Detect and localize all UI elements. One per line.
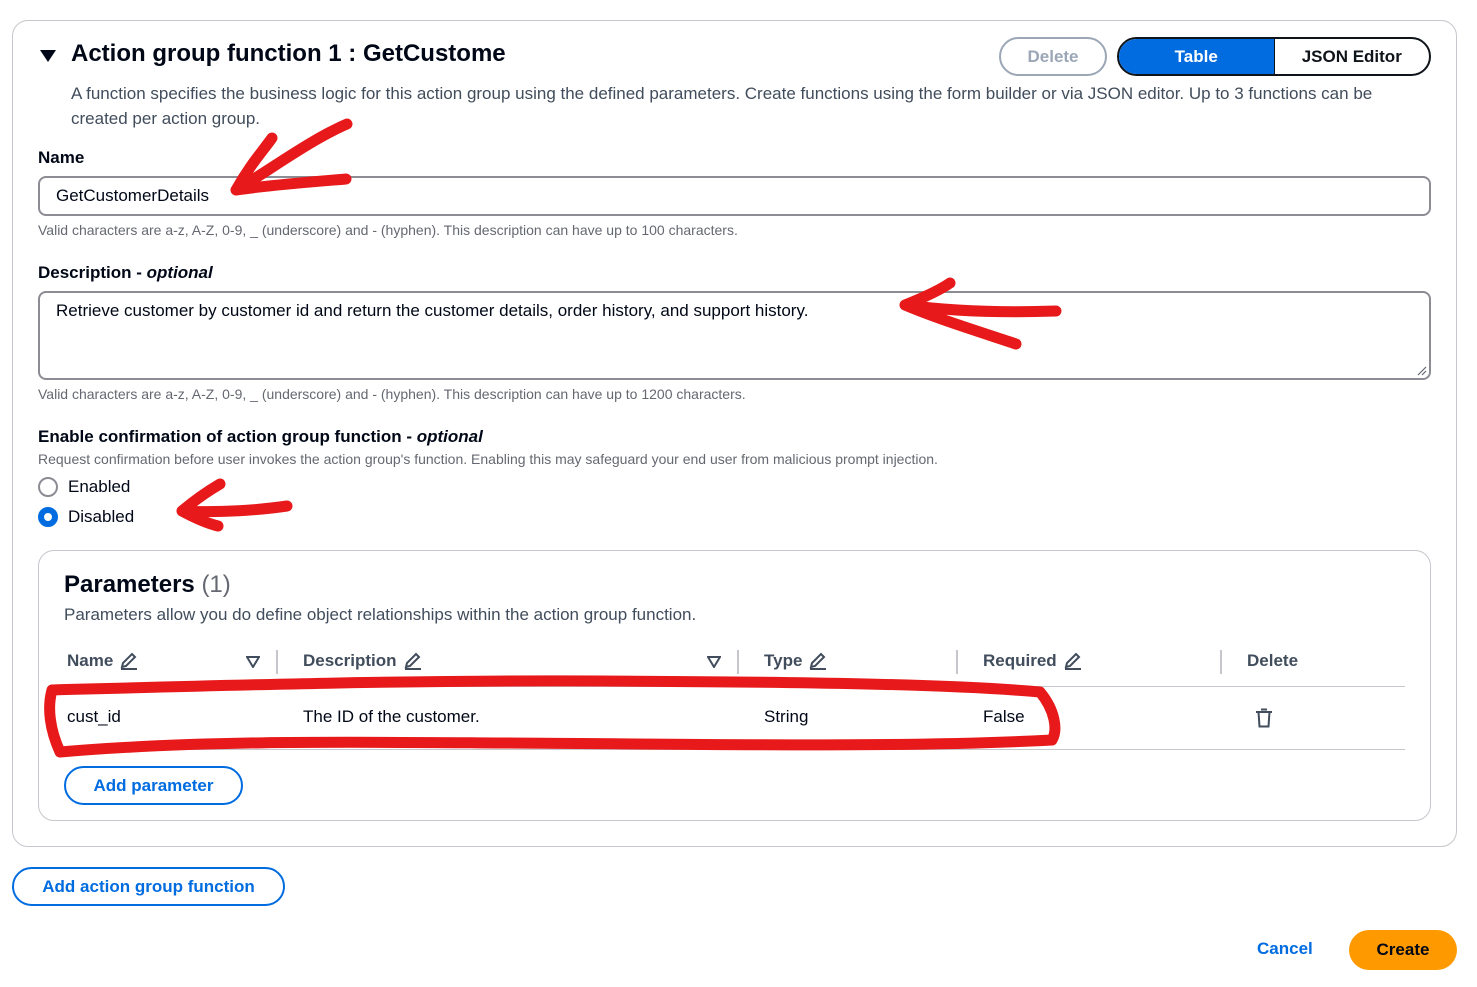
- add-action-group-function-button[interactable]: Add action group function: [12, 867, 285, 906]
- column-divider[interactable]: [276, 650, 278, 674]
- radio-disabled-circle[interactable]: [38, 507, 58, 527]
- column-header-name-label: Name: [67, 651, 114, 670]
- parameters-count: (1): [201, 571, 231, 598]
- radio-disabled[interactable]: Disabled: [38, 507, 134, 527]
- radio-enabled[interactable]: Enabled: [38, 477, 130, 497]
- confirmation-hint: Request confirmation before user invokes…: [38, 451, 938, 467]
- param-name-cell[interactable]: cust_id: [67, 707, 121, 727]
- edit-pencil-icon: [404, 652, 421, 670]
- column-header-delete: Delete: [1247, 651, 1298, 671]
- confirmation-label-text: Enable confirmation of action group func…: [38, 427, 402, 446]
- column-header-delete-label: Delete: [1247, 651, 1299, 670]
- table-row-divider: [64, 749, 1405, 750]
- create-button[interactable]: Create: [1349, 930, 1457, 970]
- parameters-title: Parameters (1): [64, 571, 231, 599]
- cancel-button[interactable]: Cancel: [1257, 939, 1313, 959]
- description-value: Retrieve customer by customer id and ret…: [56, 301, 809, 320]
- description-label-text: Description: [38, 263, 132, 282]
- column-header-required: Required: [983, 651, 1083, 671]
- edit-pencil-icon: [120, 652, 138, 670]
- column-divider[interactable]: [1220, 650, 1222, 674]
- param-type-cell[interactable]: String: [764, 707, 808, 727]
- description-hint: Valid characters are a-z, A-Z, 0-9, _ (u…: [38, 386, 746, 402]
- description-textarea[interactable]: Retrieve customer by customer id and ret…: [38, 291, 1431, 380]
- delete-function-button[interactable]: Delete: [999, 37, 1107, 76]
- view-toggle: Table JSON Editor: [1117, 37, 1431, 76]
- radio-disabled-label: Disabled: [68, 507, 135, 526]
- trash-icon[interactable]: [1255, 708, 1273, 728]
- description-label: Description - optional: [38, 263, 213, 282]
- param-description-cell[interactable]: The ID of the customer.: [303, 707, 480, 727]
- edit-pencil-icon: [1064, 652, 1081, 670]
- sort-name-icon[interactable]: [246, 656, 260, 668]
- radio-enabled-label: Enabled: [68, 477, 131, 496]
- param-required-cell[interactable]: False: [983, 707, 1025, 727]
- column-header-required-label: Required: [983, 651, 1057, 670]
- collapse-caret-icon[interactable]: [38, 48, 58, 64]
- function-subtitle: A function specifies the business logic …: [71, 84, 1373, 128]
- add-parameter-button[interactable]: Add parameter: [64, 766, 243, 805]
- column-header-type-label: Type: [764, 651, 803, 670]
- json-editor-button[interactable]: JSON Editor: [1275, 39, 1430, 74]
- edit-pencil-icon: [810, 652, 827, 670]
- column-header-description: Description: [303, 651, 423, 671]
- description-optional: optional: [146, 263, 213, 282]
- parameters-description: Parameters allow you do define object re…: [64, 605, 697, 624]
- column-header-name: Name: [67, 651, 139, 671]
- radio-enabled-circle[interactable]: [38, 477, 58, 497]
- column-divider[interactable]: [956, 650, 958, 674]
- name-input[interactable]: GetCustomerDetails: [38, 176, 1431, 216]
- table-header-divider: [64, 686, 1405, 687]
- function-title: Action group function 1 : GetCustome: [71, 40, 506, 67]
- column-header-type: Type: [764, 651, 828, 671]
- column-header-description-label: Description: [303, 651, 397, 670]
- name-label: Name: [38, 148, 85, 167]
- name-hint: Valid characters are a-z, A-Z, 0-9, _ (u…: [38, 222, 738, 238]
- confirmation-optional: optional: [416, 427, 483, 446]
- resize-handle-icon[interactable]: [1417, 366, 1427, 376]
- table-view-button[interactable]: Table: [1119, 39, 1275, 74]
- sort-description-icon[interactable]: [707, 656, 721, 668]
- parameters-title-text: Parameters: [64, 571, 195, 598]
- confirmation-label: Enable confirmation of action group func…: [38, 427, 483, 446]
- column-divider[interactable]: [737, 650, 739, 674]
